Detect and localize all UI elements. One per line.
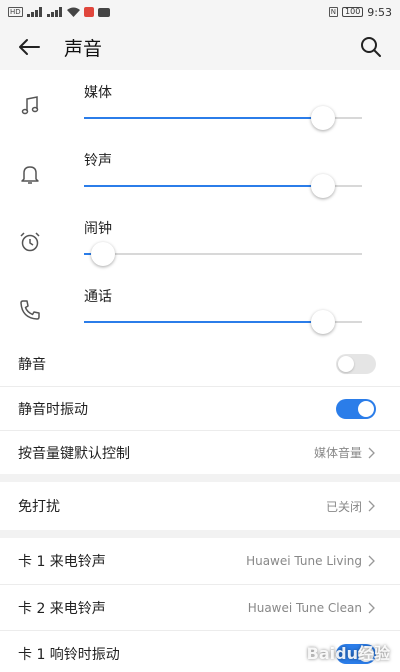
app-bar: 声音: [0, 24, 400, 70]
music-note-icon: [21, 96, 39, 115]
volume-slider-call[interactable]: [84, 310, 362, 334]
sim1-vibrate-label: 卡 1 响铃时振动: [18, 646, 120, 663]
status-bar: HD N 100 9:53: [0, 0, 400, 24]
vibrate-on-mute-toggle[interactable]: [336, 398, 376, 419]
sim1-ringtone-label: 卡 1 来电铃声: [18, 554, 106, 570]
status-bar-left: HD: [8, 7, 110, 17]
phone-icon: [20, 300, 40, 320]
vibrate-on-mute-label: 静音时振动: [18, 401, 88, 418]
hd-icon: HD: [8, 7, 23, 17]
video-record-icon: [97, 7, 110, 17]
page-title: 声音: [64, 37, 103, 60]
sim2-ringtone-value: Huawei Tune Clean: [247, 600, 362, 615]
mute-row[interactable]: 静音: [0, 342, 400, 386]
dnd-card: 免打扰 已关闭: [0, 482, 400, 530]
back-button[interactable]: [16, 34, 42, 60]
slider-fill: [84, 185, 324, 187]
sim2-ringtone-row[interactable]: 卡 2 来电铃声 Huawei Tune Clean: [0, 584, 400, 630]
volume-slider-media[interactable]: [84, 106, 362, 130]
slider-thumb[interactable]: [311, 106, 336, 130]
search-button[interactable]: [358, 34, 384, 60]
volume-key-row[interactable]: 按音量键默认控制 媒体音量: [0, 430, 400, 474]
nfc-icon: N: [328, 7, 339, 17]
bell-icon: [21, 166, 39, 184]
chevron-right-icon: [368, 555, 375, 567]
dnd-value: 已关闭: [325, 499, 362, 514]
clock: 9:53: [367, 5, 392, 19]
volume-row-media: 媒体: [0, 70, 400, 138]
slider-thumb[interactable]: [311, 310, 336, 334]
volume-label-alarm: 闹钟: [84, 221, 112, 237]
dnd-value-group: 已关闭: [326, 498, 376, 515]
chevron-right-icon: [368, 447, 375, 458]
slider-fill: [84, 321, 324, 323]
volume-label-call: 通话: [84, 289, 112, 305]
alarm-clock-icon: [20, 232, 40, 252]
search-icon: [361, 37, 381, 57]
volume-row-alarm: 闹钟: [0, 206, 400, 274]
dnd-row[interactable]: 免打扰 已关闭: [0, 482, 400, 530]
sim2-ringtone-label: 卡 2 来电铃声: [18, 600, 106, 617]
volume-label-media: 媒体: [84, 85, 112, 101]
toggle-knob: [358, 400, 374, 417]
vibrate-on-mute-row[interactable]: 静音时振动: [0, 386, 400, 430]
wifi-icon: [66, 7, 80, 17]
watermark: Baidu经验: [306, 644, 390, 663]
volume-label-ringtone: 铃声: [84, 153, 112, 169]
sim1-ringtone-value: Huawei Tune Living: [246, 554, 362, 568]
signal-icon-2: [46, 7, 63, 17]
mute-toggle[interactable]: [336, 354, 376, 374]
mute-label: 静音: [18, 357, 46, 373]
battery-icon: 100: [342, 7, 364, 17]
arrow-left-icon: [19, 39, 40, 55]
volume-row-ringtone: 铃声: [0, 138, 400, 206]
notification-app-icon: [83, 7, 94, 17]
section-gap: [0, 474, 400, 482]
chevron-right-icon: [368, 500, 375, 512]
volume-row-call: 通话: [0, 274, 400, 342]
volume-slider-alarm[interactable]: [84, 242, 362, 266]
dnd-label: 免打扰: [18, 499, 60, 515]
slider-fill: [84, 117, 324, 119]
volume-key-value: 媒体音量: [313, 446, 362, 460]
slider-thumb[interactable]: [311, 174, 336, 198]
sim1-ringtone-row[interactable]: 卡 1 来电铃声 Huawei Tune Living: [0, 538, 400, 584]
battery-level: 100: [345, 7, 361, 16]
volume-key-value-group: 媒体音量: [314, 444, 376, 461]
slider-thumb[interactable]: [91, 242, 116, 266]
volume-card: 媒体 铃声 闹钟 通话 静音 静音时振动 按音量键默认控制 媒体音量: [0, 70, 400, 474]
signal-icon-1: [26, 7, 43, 17]
sim2-ringtone-value-group: Huawei Tune Clean: [248, 601, 376, 615]
sim1-ringtone-value-group: Huawei Tune Living: [246, 554, 376, 568]
volume-slider-ringtone[interactable]: [84, 174, 362, 198]
chevron-right-icon: [368, 602, 375, 613]
toggle-knob: [338, 356, 354, 372]
status-bar-right: N 100 9:53: [328, 5, 392, 19]
section-gap: [0, 530, 400, 538]
volume-key-label: 按音量键默认控制: [18, 445, 130, 462]
